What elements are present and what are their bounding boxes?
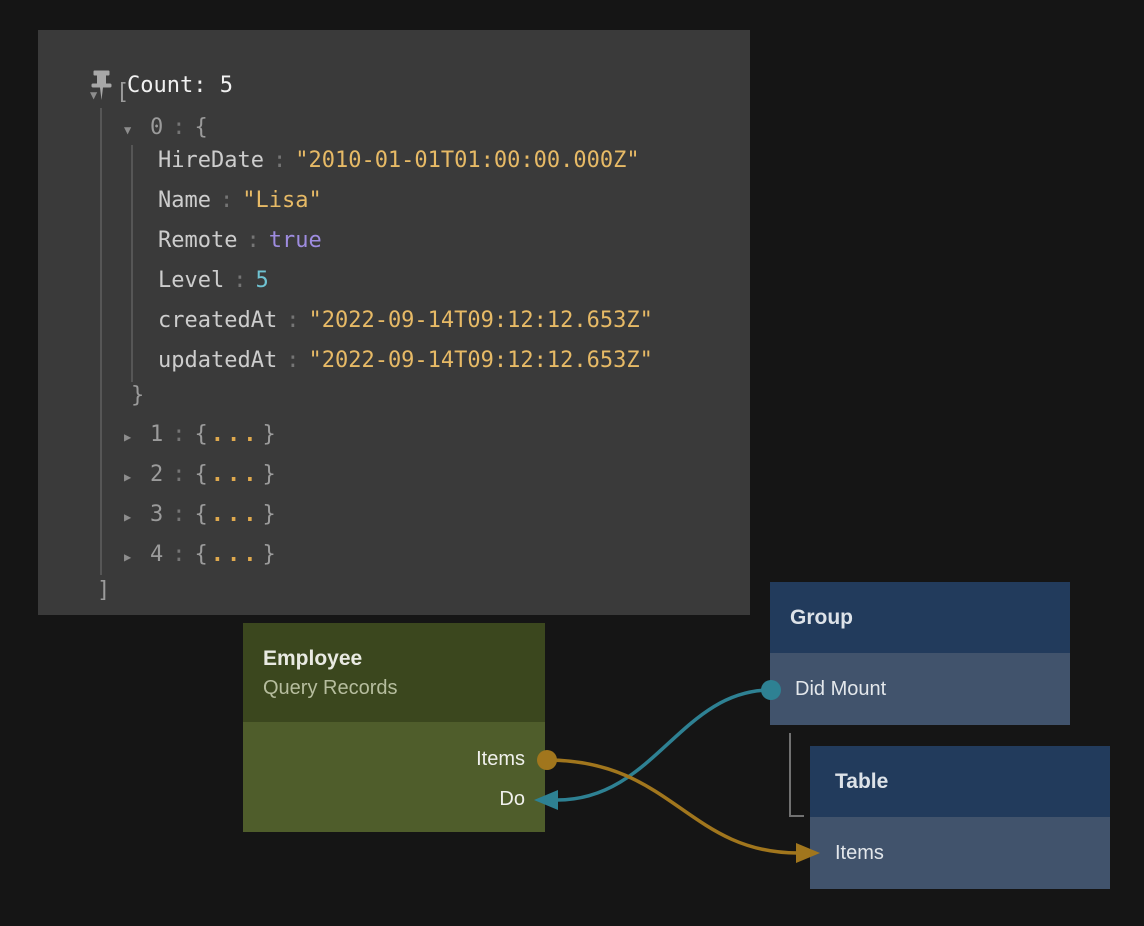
tree-root-open-row[interactable]: ▼[	[38, 79, 129, 107]
json-inspector-panel: Count: 5 ▼[ ▼0:{ HireDate:"2010-01-01T01…	[38, 30, 750, 615]
chevron-expanded-icon[interactable]: ▼	[90, 81, 116, 109]
property-value: true	[269, 228, 322, 253]
property-key: HireDate	[158, 148, 264, 173]
chevron-collapsed-icon[interactable]: ▶	[124, 463, 150, 491]
port-items-input[interactable]: Items	[810, 817, 1110, 889]
property-key: Level	[158, 268, 224, 293]
item-index: 3	[150, 502, 163, 527]
property-value: "2022-09-14T09:12:12.653Z"	[308, 348, 652, 373]
colon: :	[172, 422, 185, 447]
property-value: "2010-01-01T01:00:00.000Z"	[295, 148, 639, 173]
colon: :	[273, 148, 286, 173]
ellipsis: ...	[211, 502, 260, 527]
node-editor-canvas: Count: 5 ▼[ ▼0:{ HireDate:"2010-01-01T01…	[0, 0, 1144, 926]
tree-property-row: Level:5	[38, 267, 269, 295]
tree-property-row: createdAt: "2022-09-14T09:12:12.653Z"	[38, 307, 653, 335]
brace-open: {	[195, 115, 208, 140]
property-key: Name	[158, 188, 211, 213]
colon: :	[172, 462, 185, 487]
group-node[interactable]: Group Did Mount	[770, 582, 1070, 725]
colon: :	[286, 308, 299, 333]
tree-collapsed-row[interactable]: ▶2: {...}	[38, 461, 276, 489]
tree-collapsed-row[interactable]: ▶3: {...}	[38, 501, 276, 529]
table-node[interactable]: Table Items	[810, 746, 1110, 889]
brace-close: }	[263, 422, 276, 447]
port-label: Items	[835, 842, 884, 865]
tree-item0-row[interactable]: ▼0: {	[38, 114, 208, 142]
brace-open: {	[195, 542, 208, 567]
ellipsis: ...	[211, 422, 260, 447]
colon: :	[286, 348, 299, 373]
item-index: 4	[150, 542, 163, 567]
node-title: Group	[790, 606, 853, 630]
port-do-input[interactable]: Do	[243, 779, 545, 819]
node-title: Table	[835, 770, 888, 794]
property-value: "Lisa"	[242, 188, 321, 213]
tree-property-row: HireDate: "2010-01-01T01:00:00.000Z"	[38, 147, 640, 175]
colon: :	[172, 542, 185, 567]
employee-node-ports: Items Do	[243, 722, 545, 832]
chevron-collapsed-icon[interactable]: ▶	[124, 543, 150, 571]
item-index: 1	[150, 422, 163, 447]
property-value: "2022-09-14T09:12:12.653Z"	[308, 308, 652, 333]
property-value: 5	[255, 268, 268, 293]
colon: :	[246, 228, 259, 253]
tree-property-row: Remote: true	[38, 227, 322, 255]
port-didmount-output[interactable]: Did Mount	[770, 653, 1070, 725]
brace-close: }	[263, 502, 276, 527]
employee-node-header[interactable]: Employee Query Records	[243, 623, 545, 722]
ellipsis: ...	[211, 542, 260, 567]
port-items-output[interactable]: Items	[243, 739, 545, 779]
colon: :	[220, 188, 233, 213]
chevron-collapsed-icon[interactable]: ▶	[124, 423, 150, 451]
colon: :	[233, 268, 246, 293]
property-key: Remote	[158, 228, 237, 253]
tree-item0-close-row: }	[38, 382, 144, 410]
wire-didmount-to-do[interactable]	[557, 690, 771, 800]
group-node-header[interactable]: Group	[770, 582, 1070, 653]
colon: :	[172, 115, 185, 140]
brace-close: }	[131, 383, 144, 408]
bracket-open: [	[116, 80, 129, 105]
tree-collapsed-row[interactable]: ▶1: {...}	[38, 421, 276, 449]
item-index: 2	[150, 462, 163, 487]
brace-close: }	[263, 462, 276, 487]
chevron-expanded-icon[interactable]: ▼	[124, 116, 150, 144]
node-subtitle: Query Records	[263, 673, 545, 703]
chevron-collapsed-icon[interactable]: ▶	[124, 503, 150, 531]
tree-collapsed-row[interactable]: ▶4: {...}	[38, 541, 276, 569]
property-key: updatedAt	[158, 348, 277, 373]
brace-open: {	[195, 462, 208, 487]
brace-open: {	[195, 502, 208, 527]
brace-close: }	[263, 542, 276, 567]
colon: :	[172, 502, 185, 527]
property-key: createdAt	[158, 308, 277, 333]
inspector-title: Count: 5	[127, 73, 233, 98]
group-table-hierarchy-line	[790, 733, 804, 816]
bracket-close: ]	[97, 578, 110, 603]
node-title: Employee	[263, 644, 545, 673]
port-label: Did Mount	[795, 678, 886, 701]
wire-items-to-items[interactable]	[547, 760, 798, 853]
item-index: 0	[150, 115, 163, 140]
tree-property-row: updatedAt: "2022-09-14T09:12:12.653Z"	[38, 347, 653, 375]
employee-node[interactable]: Employee Query Records Items Do	[243, 623, 545, 832]
table-node-header[interactable]: Table	[810, 746, 1110, 817]
tree-property-row: Name: "Lisa"	[38, 187, 322, 215]
ellipsis: ...	[211, 462, 260, 487]
brace-open: {	[195, 422, 208, 447]
tree-root-close-row: ]	[38, 577, 110, 605]
